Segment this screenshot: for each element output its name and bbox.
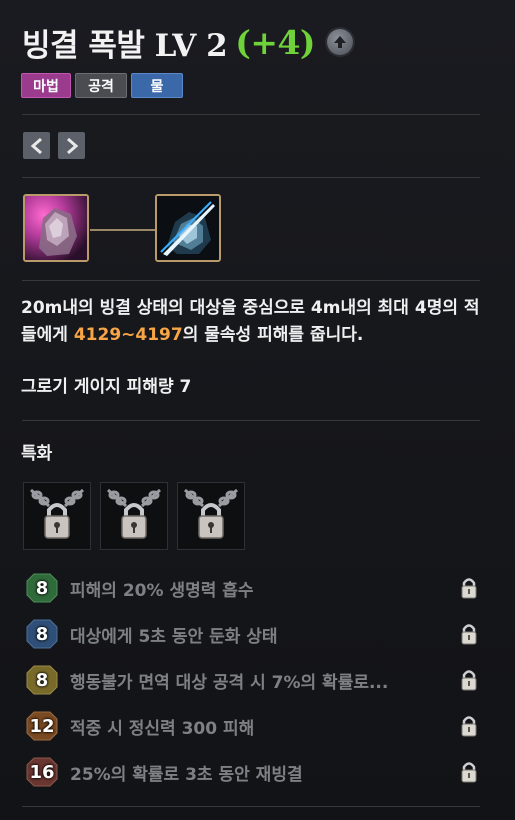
chained-lock-icon — [107, 488, 161, 539]
padlock-icon — [461, 716, 477, 737]
tripod-level-badge: 8 — [24, 619, 60, 649]
chained-lock-icon — [30, 488, 84, 539]
padlock-icon — [461, 762, 477, 783]
divider — [22, 420, 480, 421]
tag-attack: 공격 — [75, 73, 127, 98]
padlock-icon — [461, 670, 477, 691]
tripod-level-badge: 12 — [24, 711, 60, 741]
padlock-icon — [461, 624, 477, 645]
skill-description: 20m내의 빙결 상태의 대상을 중심으로 4m내의 최대 4명의 적들에게 4… — [21, 295, 481, 349]
skill-tags: 마법 공격 물 — [21, 73, 183, 98]
skill-bonus: (+4) — [235, 22, 316, 62]
skill-name: 빙결 폭발 LV 2 — [22, 27, 228, 64]
padlock-icon — [461, 578, 477, 599]
tripod-text: 행동불가 면역 대상 공격 시 7%의 확률로... — [70, 672, 389, 693]
next-button[interactable] — [58, 132, 85, 159]
groggy-gauge-damage: 그로기 게이지 피해량 7 — [21, 377, 192, 397]
skill-title: 빙결 폭발 LV 2 (+4) — [22, 20, 354, 64]
chevron-left-icon — [30, 137, 42, 154]
tripod-item[interactable]: 8 행동불가 면역 대상 공격 시 7%의 확률로... — [24, 665, 480, 695]
description-text-end: 의 물속성 피해를 줍니다. — [182, 325, 364, 345]
divider — [22, 806, 480, 807]
skill-icon-ice-crystal[interactable] — [23, 194, 89, 262]
damage-value: 4129~4197 — [73, 325, 183, 345]
tripod-slot-1[interactable] — [23, 482, 91, 550]
tripod-item[interactable]: 16 25%의 확률로 3초 동안 재빙결 — [24, 757, 480, 787]
divider — [22, 177, 480, 178]
tag-magic: 마법 — [21, 73, 71, 98]
skill-connector — [90, 229, 156, 231]
tripod-slot-3[interactable] — [177, 482, 245, 550]
tripod-item[interactable]: 8 피해의 20% 생명력 흡수 — [24, 573, 480, 603]
tripod-item[interactable]: 12 적중 시 정신력 300 피해 — [24, 711, 480, 741]
tripod-level-badge: 8 — [24, 665, 60, 695]
tripod-text: 피해의 20% 생명력 흡수 — [70, 580, 254, 601]
chevron-right-icon — [66, 137, 78, 154]
tripod-text: 대상에게 5초 동안 둔화 상태 — [70, 626, 278, 647]
upgrade-icon[interactable] — [327, 29, 354, 55]
tripod-text: 적중 시 정신력 300 피해 — [70, 718, 255, 739]
skill-icon-ice-explosion[interactable] — [155, 194, 221, 262]
tripod-level-badge: 8 — [24, 573, 60, 603]
specialization-title: 특화 — [21, 444, 53, 464]
tag-water: 물 — [131, 73, 183, 98]
tripod-item[interactable]: 8 대상에게 5초 동안 둔화 상태 — [24, 619, 480, 649]
divider — [22, 114, 480, 115]
divider — [22, 280, 480, 281]
tripod-slot-2[interactable] — [100, 482, 168, 550]
chained-lock-icon — [184, 488, 238, 539]
tripod-level-badge: 16 — [24, 757, 60, 787]
tripod-text: 25%의 확률로 3초 동안 재빙결 — [70, 764, 303, 785]
prev-button[interactable] — [23, 132, 50, 159]
